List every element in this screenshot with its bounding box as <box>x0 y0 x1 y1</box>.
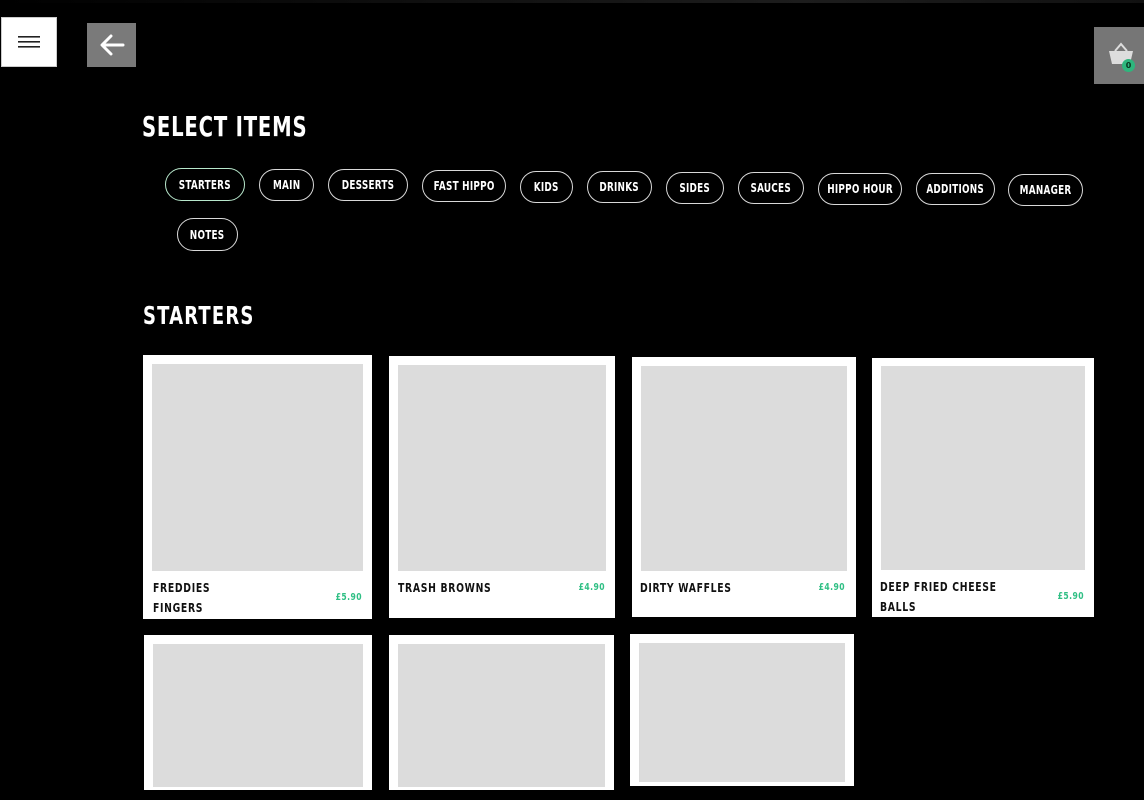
category-tab-additions[interactable]: ADDITIONS <box>916 173 995 205</box>
hamburger-icon <box>18 36 40 48</box>
item-image-placeholder <box>639 643 845 782</box>
menu-item-card[interactable]: DIRTY WAFFLES £4.90 <box>632 357 856 617</box>
item-image-placeholder <box>398 365 606 571</box>
menu-item-card[interactable]: DEEP FRIED CHEESE BALLS £5.90 <box>872 358 1094 617</box>
item-image-placeholder <box>641 366 847 571</box>
item-price: £4.90 <box>818 582 845 593</box>
category-tab-main[interactable]: MAIN <box>259 169 314 201</box>
menu-button[interactable] <box>1 17 57 67</box>
item-price: £5.90 <box>335 592 362 603</box>
item-image-placeholder <box>398 644 605 787</box>
category-tab-notes[interactable]: NOTES <box>177 218 238 251</box>
basket-button[interactable]: 0 <box>1094 27 1144 84</box>
basket-count-badge: 0 <box>1122 59 1135 72</box>
category-tab-drinks[interactable]: DRINKS <box>587 171 652 203</box>
category-tab-manager[interactable]: MANAGER <box>1008 174 1083 206</box>
category-tab-fast-hippo[interactable]: FAST HIPPO <box>422 170 506 202</box>
item-name: DEEP FRIED CHEESE BALLS <box>880 580 997 614</box>
back-button[interactable] <box>87 23 136 67</box>
category-tab-sauces[interactable]: SAUCES <box>738 172 804 204</box>
item-name: FREDDIES FINGERS <box>153 581 211 615</box>
item-image-placeholder <box>153 644 363 787</box>
category-tab-hippo-hour[interactable]: HIPPO HOUR <box>818 173 902 205</box>
arrow-left-icon <box>100 34 124 56</box>
menu-item-card[interactable]: TRASH BROWNS £4.90 <box>389 356 615 618</box>
page-title: SELECT ITEMS <box>142 110 308 143</box>
item-price: £5.90 <box>1057 591 1084 602</box>
menu-item-card[interactable]: FREDDIES FINGERS £5.90 <box>143 355 372 619</box>
category-tab-kids[interactable]: KIDS <box>520 171 573 203</box>
item-name: TRASH BROWNS <box>398 581 492 595</box>
category-tab-starters[interactable]: STARTERS <box>165 168 245 201</box>
category-tab-desserts[interactable]: DESSERTS <box>328 169 408 201</box>
item-name: DIRTY WAFFLES <box>640 581 732 595</box>
top-edge <box>0 0 1144 3</box>
menu-item-card[interactable] <box>389 635 614 790</box>
item-image-placeholder <box>881 366 1085 570</box>
category-tab-sides[interactable]: SIDES <box>666 172 724 204</box>
item-image-placeholder <box>152 364 363 571</box>
pos-screen: 0 SELECT ITEMS STARTERS MAIN DESSERTS FA… <box>0 0 1144 800</box>
menu-item-card[interactable] <box>144 635 372 790</box>
item-price: £4.90 <box>578 582 605 593</box>
section-title: STARTERS <box>143 301 255 330</box>
menu-item-card[interactable] <box>630 634 854 786</box>
